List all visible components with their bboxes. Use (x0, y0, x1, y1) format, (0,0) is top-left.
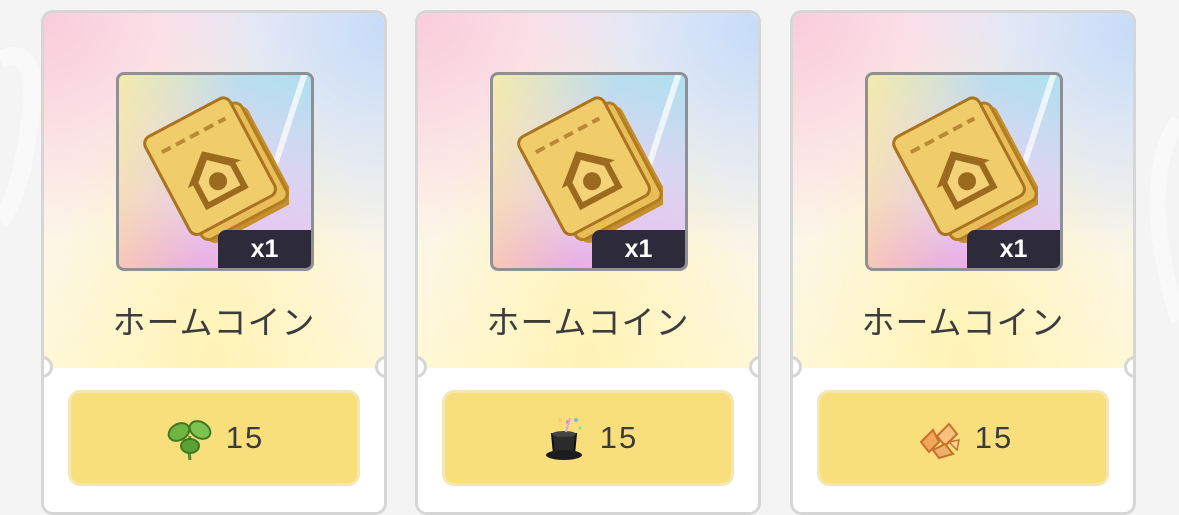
cost-value: 15 (974, 420, 1014, 455)
item-name: ホームコイン (112, 303, 316, 342)
magic-top-hat-icon (545, 417, 582, 460)
green-leaf-sprout-icon (167, 420, 212, 461)
item-icon-frame: x1 (865, 72, 1063, 271)
quantity-badge: x1 (592, 230, 685, 268)
buy-button[interactable]: 15 (68, 390, 360, 486)
cost-value: 15 (599, 420, 639, 455)
quantity-badge: x1 (218, 230, 311, 268)
quantity-badge: x1 (967, 230, 1060, 268)
buy-button[interactable]: 15 (817, 390, 1109, 486)
home-coin-ticket-icon (517, 96, 663, 243)
item-icon-frame: x1 (116, 72, 314, 271)
home-coin-ticket-icon (892, 96, 1038, 243)
buy-button[interactable]: 15 (442, 390, 734, 486)
shop-item-card-1[interactable]: x1 ホームコイン 15 (41, 10, 387, 515)
shop-item-card-2[interactable]: x1 ホームコイン 15 (415, 10, 761, 515)
cost-value: 15 (225, 420, 265, 455)
item-icon-frame: x1 (490, 72, 688, 271)
item-name: ホームコイン (861, 303, 1065, 342)
item-name: ホームコイン (486, 303, 690, 342)
orange-crystal-shards-icon (919, 422, 960, 460)
shop-item-card-3[interactable]: x1 ホームコイン 15 (790, 10, 1136, 515)
home-coin-ticket-icon (143, 96, 289, 243)
